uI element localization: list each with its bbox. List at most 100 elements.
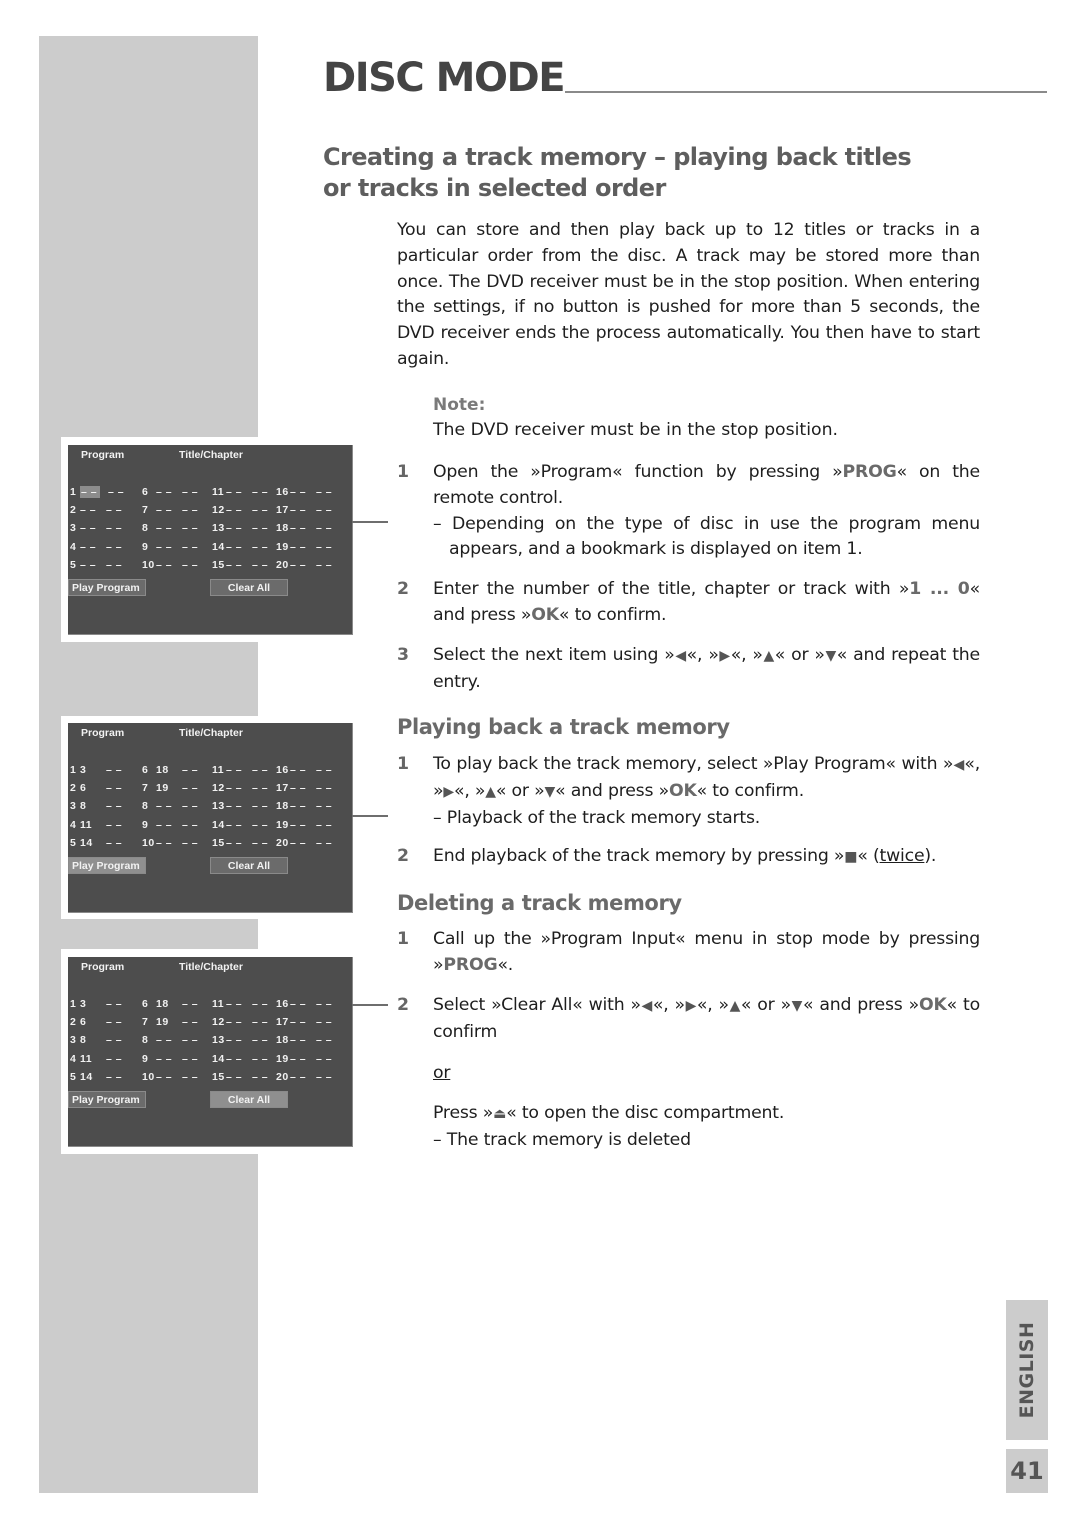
text: ). bbox=[924, 846, 937, 866]
osd-program-slot[interactable]: 19– – – – bbox=[276, 819, 332, 831]
clear-all-button[interactable]: Clear All bbox=[210, 579, 288, 596]
osd-program-slot[interactable]: 18– – – – bbox=[276, 1034, 332, 1046]
osd-program-slot[interactable]: 1– – – – bbox=[70, 486, 124, 498]
osd-program-slot[interactable]: 15– – – – bbox=[212, 837, 268, 849]
osd-program-slot[interactable]: 16– – – – bbox=[276, 486, 332, 498]
stop-icon: ■ bbox=[844, 849, 858, 865]
text: End playback of the track memory by pres… bbox=[433, 846, 845, 866]
slot-number: 12 bbox=[212, 504, 225, 517]
osd-program-slot[interactable]: 15– – – – bbox=[212, 1071, 268, 1083]
osd-program-slot[interactable]: 1 3 – – bbox=[70, 764, 122, 776]
slot-title-value: – – bbox=[290, 558, 307, 571]
osd-program-slot[interactable]: 5– – – – bbox=[70, 559, 122, 571]
osd-program-slot[interactable]: 17– – – – bbox=[276, 782, 332, 794]
osd-program-slot[interactable]: 19– – – – bbox=[276, 541, 332, 553]
osd-program-slot[interactable]: 5 14 – – bbox=[70, 1071, 122, 1083]
osd-program-slot[interactable]: 14– – – – bbox=[212, 819, 268, 831]
osd-program-slot[interactable]: 10– – – – bbox=[142, 837, 198, 849]
slot-chapter-value: – – bbox=[106, 522, 123, 535]
osd-program-slot[interactable]: 4– – – – bbox=[70, 541, 122, 553]
osd-program-slot[interactable]: 4 11 – – bbox=[70, 1053, 122, 1065]
osd-program-slot[interactable]: 12– – – – bbox=[212, 782, 268, 794]
osd-program-slot[interactable]: 3 8 – – bbox=[70, 800, 122, 812]
osd-program-slot[interactable]: 4 11 – – bbox=[70, 819, 122, 831]
text: « ( bbox=[857, 846, 880, 866]
text: « and press » bbox=[802, 995, 919, 1015]
slot-number: 3 bbox=[70, 800, 77, 813]
clear-all-button[interactable]: Clear All bbox=[210, 1091, 288, 1108]
text: «. bbox=[497, 954, 514, 975]
osd-program-slot[interactable]: 17– – – – bbox=[276, 504, 332, 516]
section-heading: Creating a track memory – playing back t… bbox=[323, 142, 1003, 204]
osd-program-slot[interactable]: 11– – – – bbox=[212, 486, 268, 498]
play-program-button[interactable]: Play Program bbox=[68, 1091, 146, 1108]
language-tab: ENGLISH bbox=[1006, 1300, 1048, 1440]
play-program-button[interactable]: Play Program bbox=[68, 579, 146, 596]
osd-program-grid: 1– – – – 6– – – – 11– – – – 16– – – – 2– – – – 7– … bbox=[70, 486, 352, 577]
slot-chapter-value: – – bbox=[182, 800, 199, 813]
osd-program-grid: 1 3– –6 18– –11– – – –16– – – –2 6– –7 19– –12… bbox=[70, 764, 352, 855]
slot-chapter-value: – – bbox=[316, 486, 333, 498]
slot-title-value: – – bbox=[290, 998, 307, 1010]
osd-program-slot[interactable]: 8 – – – – bbox=[142, 800, 198, 812]
osd-program-slot[interactable]: 10– – – – bbox=[142, 1071, 198, 1083]
osd-program-slot[interactable]: 6 18 – – bbox=[142, 998, 198, 1010]
step-number: 1 bbox=[397, 754, 410, 774]
slot-number: 8 bbox=[142, 1034, 149, 1047]
step-number: 2 bbox=[397, 579, 410, 599]
osd-program-slot[interactable]: 13– – – – bbox=[212, 522, 268, 534]
osd-program-slot[interactable]: 16– – – – bbox=[276, 764, 332, 776]
osd-program-slot[interactable]: 15– – – – bbox=[212, 559, 268, 571]
slot-chapter-value: – – bbox=[252, 782, 269, 795]
digit-keys: 1 ... 0 bbox=[909, 579, 970, 599]
osd-program-slot[interactable]: 5 14 – – bbox=[70, 837, 122, 849]
left-arrow-icon: ◀ bbox=[953, 757, 965, 773]
slot-title-value: – – bbox=[290, 1034, 307, 1047]
slot-chapter-value: – – bbox=[182, 818, 199, 831]
osd-program-slot[interactable]: 2– – – – bbox=[70, 504, 122, 516]
slot-chapter-value: – – bbox=[106, 764, 123, 776]
osd-program-slot[interactable]: 13– – – – bbox=[212, 1034, 268, 1046]
osd-program-slot[interactable]: 20– – – – bbox=[276, 559, 332, 571]
slot-number: 10 bbox=[142, 558, 155, 571]
clear-all-button[interactable]: Clear All bbox=[210, 857, 288, 874]
osd-program-slot[interactable]: 11– – – – bbox=[212, 998, 268, 1010]
osd-program-slot[interactable]: 10– – – – bbox=[142, 559, 198, 571]
osd-program-slot[interactable]: 11– – – – bbox=[212, 764, 268, 776]
osd-program-slot[interactable]: 8 – – – – bbox=[142, 1034, 198, 1046]
osd-header-title-chapter: Title/Chapter bbox=[179, 727, 243, 739]
osd-program-slot[interactable]: 7 19 – – bbox=[142, 1016, 198, 1028]
osd-program-slot[interactable]: 6 – – – – bbox=[142, 486, 198, 498]
osd-program-slot[interactable]: 18– – – – bbox=[276, 800, 332, 812]
osd-program-slot[interactable]: 3– – – – bbox=[70, 522, 122, 534]
osd-program-slot[interactable]: 12– – – – bbox=[212, 1016, 268, 1028]
osd-program-slot[interactable]: 13– – – – bbox=[212, 800, 268, 812]
osd-program-slot[interactable]: 6 18 – – bbox=[142, 764, 198, 776]
osd-program-slot[interactable]: 20– – – – bbox=[276, 1071, 332, 1083]
osd-program-slot[interactable]: 9 – – – – bbox=[142, 1053, 198, 1065]
osd-program-slot[interactable]: 2 6 – – bbox=[70, 782, 122, 794]
osd-program-slot[interactable]: 2 6 – – bbox=[70, 1016, 122, 1028]
osd-program-slot[interactable]: 12– – – – bbox=[212, 504, 268, 516]
osd-program-slot[interactable]: 20– – – – bbox=[276, 837, 332, 849]
osd-program-slot[interactable]: 1 3 – – bbox=[70, 998, 122, 1010]
osd-program-slot[interactable]: 3 8 – – bbox=[70, 1034, 122, 1046]
osd-program-slot[interactable]: 7 19 – – bbox=[142, 782, 198, 794]
osd-program-slot[interactable]: 17– – – – bbox=[276, 1016, 332, 1028]
osd-program-slot[interactable]: 7 – – – – bbox=[142, 504, 198, 516]
osd-program-slot[interactable]: 14– – – – bbox=[212, 541, 268, 553]
osd-program-slot[interactable]: 16– – – – bbox=[276, 998, 332, 1010]
osd-program-slot[interactable]: 8 – – – – bbox=[142, 522, 198, 534]
osd-program-slot[interactable]: 9 – – – – bbox=[142, 819, 198, 831]
osd-program-slot[interactable]: 18– – – – bbox=[276, 522, 332, 534]
osd-program-row: 4– – – – 9– – – – 14– – – – 19– – – – bbox=[70, 541, 352, 559]
slot-number: 4 bbox=[70, 1052, 77, 1065]
slot-title-value: 11 bbox=[80, 818, 93, 831]
slot-number: 13 bbox=[212, 800, 225, 813]
osd-program-slot[interactable]: 9 – – – – bbox=[142, 541, 198, 553]
play-program-button[interactable]: Play Program bbox=[68, 857, 146, 874]
osd-program-slot[interactable]: 19– – – – bbox=[276, 1053, 332, 1065]
slot-title-value: 19 bbox=[156, 1016, 169, 1029]
ok-key: OK bbox=[531, 604, 559, 625]
osd-program-slot[interactable]: 14– – – – bbox=[212, 1053, 268, 1065]
